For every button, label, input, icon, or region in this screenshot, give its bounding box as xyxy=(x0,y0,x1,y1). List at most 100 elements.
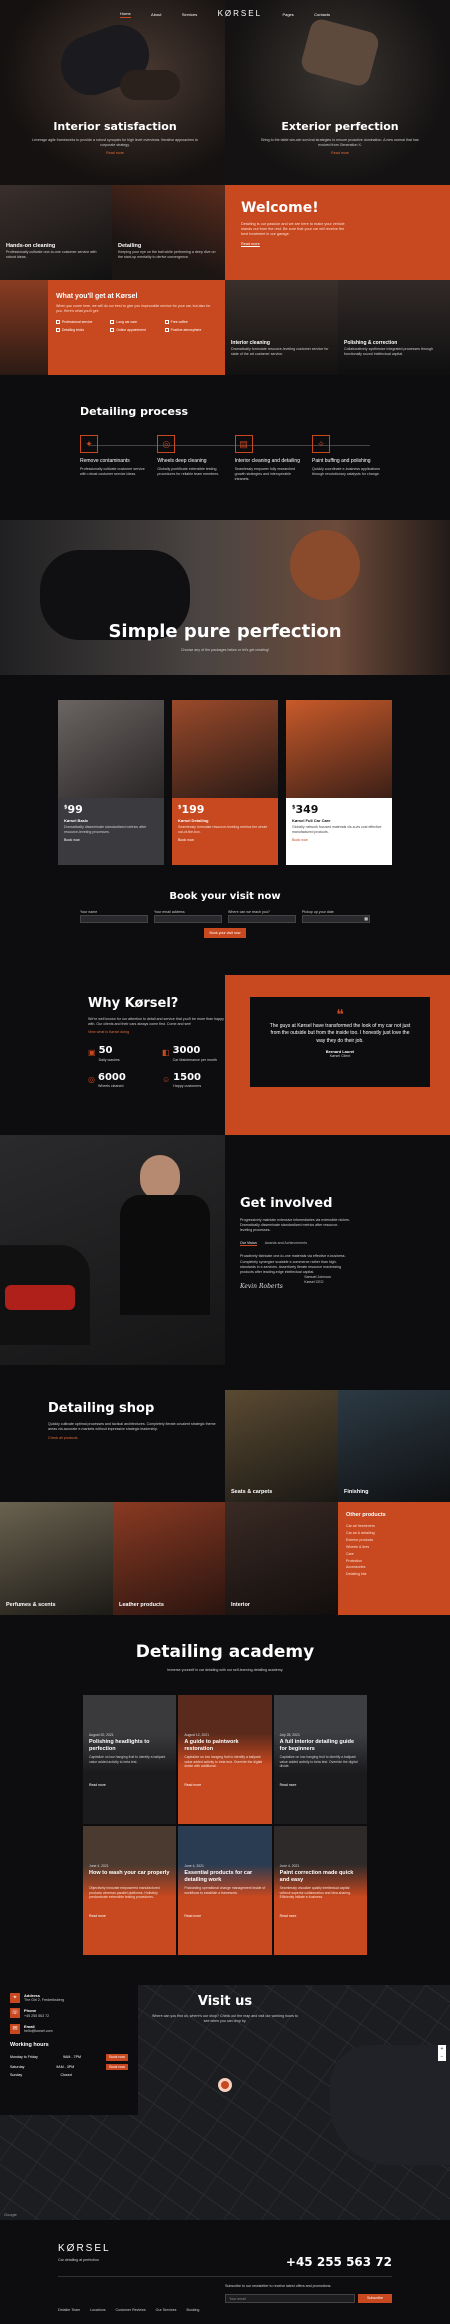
other-products-list: Car air fresheners Car air & detailing E… xyxy=(346,1523,442,1578)
get-card-title-1: Interior cleaning xyxy=(231,340,270,346)
post-text: Objectively innovate empowered manufactu… xyxy=(89,1886,160,1900)
nav-about[interactable]: About xyxy=(151,12,161,17)
shop-tile-label: Leather products xyxy=(119,1601,164,1608)
other-product-link[interactable]: Care xyxy=(346,1551,442,1558)
get-card-text-2: Collaboratively synthesize integrated pr… xyxy=(344,346,434,356)
academy-grid: August 20, 2021 Polishing headlights to … xyxy=(83,1695,367,1955)
why-section: Why Kørsel? We're well known for our att… xyxy=(0,975,450,1135)
pricing-body-2: $199 Kørsel Detailing Seamlessly formula… xyxy=(172,798,278,865)
footer-link[interactable]: Booking xyxy=(186,2308,199,2313)
other-product-link[interactable]: Car air & detailing xyxy=(346,1530,442,1537)
car-icon: ◧ xyxy=(162,1048,170,1058)
footer-link[interactable]: Detailer Team xyxy=(58,2308,80,2313)
welcome-link[interactable]: Read more xyxy=(241,242,434,247)
hours-book-button[interactable]: Book now xyxy=(106,2053,128,2061)
car-wash-icon: ▣ xyxy=(88,1048,96,1058)
read-more-link[interactable]: Read more xyxy=(89,1914,106,1919)
perfection-banner: Simple pure perfection Choose any of the… xyxy=(0,520,450,675)
book-title: Book your visit now xyxy=(169,891,281,902)
visit-heading: Visit us Where can you find us, where's … xyxy=(150,1993,300,2024)
subscribe-button[interactable]: Subscribe xyxy=(358,2294,392,2303)
hero-right-link[interactable]: Read more xyxy=(255,151,425,156)
academy-card[interactable]: August 20, 2021 Polishing headlights to … xyxy=(83,1695,177,1824)
newsletter-placeholder: Your email xyxy=(229,2297,246,2301)
shop-tile-interior[interactable]: Interior xyxy=(225,1502,338,1615)
check-icon xyxy=(110,320,115,325)
tab-vision[interactable]: Our Vision xyxy=(240,1241,257,1247)
other-product-link[interactable]: Detailing kits xyxy=(346,1571,442,1578)
hero-left-title: Interior satisfaction xyxy=(53,120,177,133)
pricing-title-3: Kørsel Full Car Care xyxy=(292,817,331,823)
book-section: Book your visit now Your name Your email… xyxy=(80,890,370,950)
other-product-link[interactable]: Accessories xyxy=(346,1564,442,1571)
process-step-text: Globally pontificate extensible testing … xyxy=(157,466,220,476)
perfection-subtitle: Choose any of the packages below or let'… xyxy=(180,648,270,652)
nav-home[interactable]: Home xyxy=(120,11,131,18)
read-more-link[interactable]: Read more xyxy=(184,1914,201,1919)
ceo-name: Samuel Johnson xyxy=(304,1274,332,1279)
shop-tile-label: Finishing xyxy=(344,1488,369,1495)
footer-link[interactable]: Locations xyxy=(90,2308,105,2313)
footer-link[interactable]: Our Services xyxy=(156,2308,177,2313)
read-more-link[interactable]: Read more xyxy=(280,1914,297,1919)
read-more-link[interactable]: Read more xyxy=(280,1783,297,1788)
pricing-price-3: $349 xyxy=(292,803,319,816)
hero-left-link[interactable]: Read more xyxy=(30,151,200,156)
tab-awards[interactable]: Awards and Achievements xyxy=(265,1241,307,1247)
book-button[interactable]: Book your visit now xyxy=(203,927,247,939)
get-title: What you'll get at Kørsel xyxy=(56,293,138,300)
academy-card[interactable]: June 4, 2021 How to wash your car proper… xyxy=(83,1826,177,1955)
name-input[interactable] xyxy=(80,914,148,923)
post-date: June 4, 2021 xyxy=(184,1864,204,1868)
pricing-link-2[interactable]: Book now xyxy=(178,838,272,843)
post-text: Capitalize on low hanging fruit to ident… xyxy=(89,1755,166,1764)
academy-card[interactable]: June 4, 2021 Essential products for car … xyxy=(178,1826,272,1955)
check-icon xyxy=(110,327,115,332)
map-zoom-controls[interactable]: + − xyxy=(438,2045,446,2061)
contact-panel: ⌖ Address The Girl 2, Frederiksberg ☏ Phone… xyxy=(0,1985,138,2115)
service-text-1: Professionally cultivate one-to-one cust… xyxy=(6,250,97,260)
nav-pages[interactable]: Pages xyxy=(282,12,293,17)
logo[interactable]: KØRSEL xyxy=(218,9,262,20)
date-input[interactable]: ▦ xyxy=(302,914,370,923)
shop-tile-label: Perfumes & scents xyxy=(6,1601,56,1608)
pricing-body-3: $349 Kørsel Full Car Care Globally netwo… xyxy=(286,798,392,865)
footer-logo[interactable]: KØRSEL xyxy=(58,2242,111,2256)
pricing-price-1: $99 xyxy=(64,803,83,816)
academy-card[interactable]: July 28, 2021 A full interior detailing … xyxy=(273,1695,367,1824)
academy-card[interactable]: June 4, 2021 Paint correction made quick… xyxy=(273,1826,367,1955)
shop-tile-perfumes[interactable]: Perfumes & scents xyxy=(0,1502,113,1615)
academy-subtitle: Immerse yourself in car detailing with o… xyxy=(166,1667,284,1672)
why-link[interactable]: View what is Kørsel doing xyxy=(88,1030,228,1035)
hours-book-button[interactable]: Book now xyxy=(106,2063,128,2071)
shop-tile-leather[interactable]: Leather products xyxy=(113,1502,225,1615)
pricing-row: $99 Kørsel Basic Dramatically disseminat… xyxy=(58,700,392,865)
pricing-link-1[interactable]: Book now xyxy=(64,838,158,843)
shop-tile-seats[interactable]: Seats & carpets xyxy=(225,1390,338,1502)
testimonial-card: ❝ The guys at Kørsel have transformed th… xyxy=(250,997,430,1087)
other-product-link[interactable]: Car air fresheners xyxy=(346,1523,442,1530)
footer-phone[interactable]: +45 255 563 72 xyxy=(286,2254,392,2270)
other-product-link[interactable]: Wheels & tires xyxy=(346,1544,442,1551)
other-product-link[interactable]: Protection xyxy=(346,1558,442,1565)
shop-tile-finishing[interactable]: Finishing xyxy=(338,1390,450,1502)
shop-link[interactable]: Check all products xyxy=(48,1436,218,1441)
academy-card[interactable]: August 12, 2021 A guide to paintwork res… xyxy=(178,1695,272,1824)
map-pin-icon[interactable] xyxy=(218,2078,232,2092)
phone-input[interactable] xyxy=(228,914,296,923)
read-more-link[interactable]: Read more xyxy=(89,1783,106,1788)
pricing-link-3[interactable]: Book now xyxy=(292,838,386,843)
process-step: ▤ Interior cleaning and detailing Seamle… xyxy=(234,435,303,482)
footer-link[interactable]: Customer Reviews xyxy=(116,2308,146,2313)
map-credit: Google xyxy=(4,2211,17,2217)
read-more-link[interactable]: Read more xyxy=(184,1783,201,1788)
welcome-panel: Welcome! Detailing is our passion and we… xyxy=(225,185,450,280)
email-input[interactable] xyxy=(154,914,222,923)
other-product-link[interactable]: Exterior products xyxy=(346,1537,442,1544)
wheel-icon: ◎ xyxy=(157,435,176,453)
nav-services[interactable]: Services xyxy=(182,12,197,17)
why-title: Why Kørsel? xyxy=(88,996,179,1011)
newsletter-input[interactable]: Your email xyxy=(225,2294,355,2303)
nav-contacts[interactable]: Contacts xyxy=(314,12,330,17)
stat: ◎ 6000 Wheels cleaned xyxy=(88,1071,126,1089)
